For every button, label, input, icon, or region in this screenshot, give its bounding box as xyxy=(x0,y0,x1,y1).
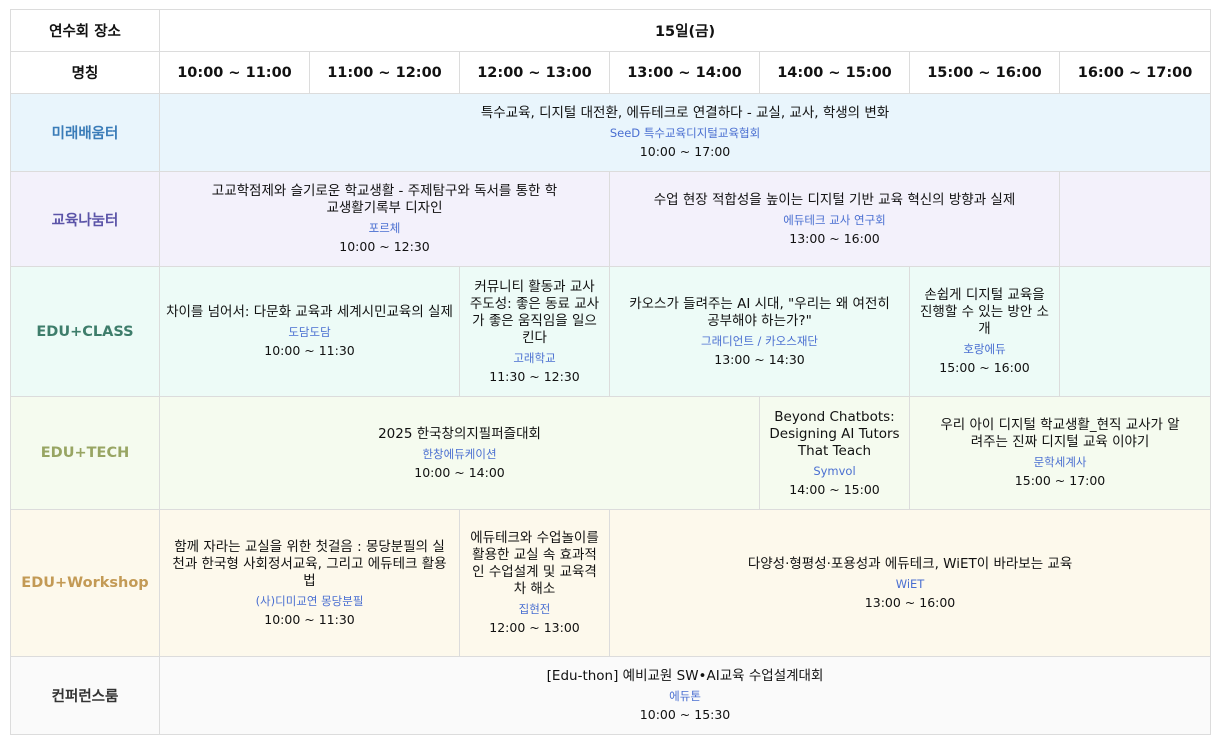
row-conference: 컨퍼런스룸 [Edu-thon] 예비교원 SW•AI교육 수업설계대회 에듀톤… xyxy=(10,656,1212,735)
session-org: 고래학교 xyxy=(513,350,556,365)
room-label: EDU+TECH xyxy=(10,396,160,510)
session-title: 2025 한국창의지필퍼즐대회 xyxy=(378,425,541,442)
session-time: 10:00 ~ 11:30 xyxy=(264,343,355,358)
time-header-4: 13:00 ~ 14:00 xyxy=(609,51,760,94)
time-header-1: 10:00 ~ 11:00 xyxy=(159,51,310,94)
session-org: 에듀톤 xyxy=(669,689,701,703)
row-mirae: 미래배움터 특수교육, 디지털 대전환, 에듀테크로 연결하다 - 교실, 교사… xyxy=(10,93,1212,172)
session-time: 10:00 ~ 11:30 xyxy=(264,611,355,627)
name-header: 명칭 xyxy=(10,51,160,94)
session-title: 손쉽게 디지털 교육을 진행할 수 있는 방안 소개 xyxy=(920,287,1049,337)
header-row-times: 명칭 10:00 ~ 11:00 11:00 ~ 12:00 12:00 ~ 1… xyxy=(10,51,1212,94)
session-title: 특수교육, 디지털 대전환, 에듀테크로 연결하다 - 교실, 교사, 학생의 … xyxy=(480,105,890,121)
session-time: 13:00 ~ 16:00 xyxy=(789,230,880,246)
session-cell[interactable]: 커뮤니티 활동과 교사 주도성: 좋은 동료 교사가 좋은 움직임을 일으킨다 … xyxy=(459,266,610,397)
session-time: 10:00 ~ 12:30 xyxy=(339,239,430,254)
session-time: 13:00 ~ 16:00 xyxy=(864,594,956,610)
session-org: 포르체 xyxy=(368,221,401,235)
session-org: 에듀테크 교사 연구회 xyxy=(783,212,886,227)
session-time: 10:00 ~ 15:30 xyxy=(639,707,731,722)
session-title: 커뮤니티 활동과 교사 주도성: 좋은 동료 교사가 좋은 움직임을 일으킨다 xyxy=(469,278,600,346)
session-org: 그래디언트 / 카오스재단 xyxy=(701,333,818,348)
time-header-2: 11:00 ~ 12:00 xyxy=(309,51,460,94)
session-time: 15:00 ~ 16:00 xyxy=(939,360,1030,375)
day-header: 15일(금) xyxy=(158,9,1212,52)
row-nanum: 교육나눔터 고교학점제와 슬기로운 학교생활 - 주제탐구와 독서를 통한 학교… xyxy=(10,171,1212,267)
session-time: 11:30 ~ 12:30 xyxy=(489,368,580,384)
session-title: Beyond Chatbots: Designing AI Tutors Tha… xyxy=(769,408,900,459)
session-cell[interactable]: 수업 현장 적합성을 높이는 디지털 기반 교육 혁신의 방향과 실제 에듀테크… xyxy=(609,171,1060,267)
header-row-day: 연수회 장소 15일(금) xyxy=(10,9,1212,52)
time-header-7: 16:00 ~ 17:00 xyxy=(1058,51,1212,94)
room-label: 미래배움터 xyxy=(10,93,160,172)
session-cell[interactable]: 카오스가 들려주는 AI 시대, "우리는 왜 여전히 공부해야 하는가?" 그… xyxy=(609,266,910,397)
session-cell[interactable]: 차이를 넘어서: 다문화 교육과 세계시민교육의 실제 도담도담 10:00 ~… xyxy=(159,266,460,397)
row-class: EDU+CLASS 차이를 넘어서: 다문화 교육과 세계시민교육의 실제 도담… xyxy=(10,266,1212,397)
session-cell[interactable]: 에듀테크와 수업놀이를 활용한 교실 속 효과적인 수업설계 및 교육격차 해소… xyxy=(459,509,610,657)
time-header-3: 12:00 ~ 13:00 xyxy=(459,51,610,94)
session-cell[interactable]: 다양성·형평성·포용성과 에듀테크, WiET이 바라보는 교육 WiET 13… xyxy=(608,509,1212,657)
session-title: 다양성·형평성·포용성과 에듀테크, WiET이 바라보는 교육 xyxy=(747,555,1073,572)
row-tech: EDU+TECH 2025 한국창의지필퍼즐대회 한창에듀케이션 10:00 ~… xyxy=(10,396,1212,510)
session-org: WiET xyxy=(895,576,925,591)
room-label: 교육나눔터 xyxy=(10,171,160,267)
room-label: EDU+CLASS xyxy=(10,266,160,397)
session-time: 12:00 ~ 13:00 xyxy=(489,620,580,635)
session-cell[interactable]: [Edu-thon] 예비교원 SW•AI교육 수업설계대회 에듀톤 10:00… xyxy=(158,656,1212,735)
session-title: 고교학점제와 슬기로운 학교생활 - 주제탐구와 독서를 통한 학교생활기록부 … xyxy=(211,183,558,216)
session-title: 에듀테크와 수업놀이를 활용한 교실 속 효과적인 수업설계 및 교육격차 해소 xyxy=(470,530,599,597)
session-title: 수업 현장 적합성을 높이는 디지털 기반 교육 혁신의 방향과 실제 xyxy=(653,191,1016,208)
row-workshop: EDU+Workshop 함께 자라는 교실을 위한 첫걸음 : 몽당분필의 실… xyxy=(10,509,1212,657)
time-header-6: 15:00 ~ 16:00 xyxy=(909,51,1060,94)
empty-cell xyxy=(1058,171,1212,267)
session-cell[interactable]: 함께 자라는 교실을 위한 첫걸음 : 몽당분필의 실천과 한국형 사회정서교육… xyxy=(159,509,460,657)
session-org: SeeD 특수교육디지털교육협회 xyxy=(609,126,761,140)
empty-cell xyxy=(1058,266,1212,397)
schedule-table: 연수회 장소 15일(금) 명칭 10:00 ~ 11:00 11:00 ~ 1… xyxy=(10,9,1212,735)
session-org: (사)디미교연 몽당분필 xyxy=(255,593,364,608)
session-time: 15:00 ~ 17:00 xyxy=(1014,473,1106,488)
session-cell[interactable]: 특수교육, 디지털 대전환, 에듀테크로 연결하다 - 교실, 교사, 학생의 … xyxy=(158,93,1212,172)
session-org: 한창에듀케이션 xyxy=(422,446,497,461)
session-org: Symvol xyxy=(813,463,856,478)
session-time: 14:00 ~ 15:00 xyxy=(789,481,880,497)
session-cell[interactable]: 우리 아이 디지털 학교생활_현직 교사가 알려주는 진짜 디지털 교육 이야기… xyxy=(908,396,1212,510)
time-header-5: 14:00 ~ 15:00 xyxy=(759,51,910,94)
session-org: 도담도담 xyxy=(288,325,331,339)
room-label: 컨퍼런스룸 xyxy=(10,656,160,735)
session-org: 집현전 xyxy=(518,602,551,616)
session-org: 문학세계사 xyxy=(1033,455,1087,469)
session-title: 함께 자라는 교실을 위한 첫걸음 : 몽당분필의 실천과 한국형 사회정서교육… xyxy=(172,538,447,589)
session-cell[interactable]: Beyond Chatbots: Designing AI Tutors Tha… xyxy=(759,396,910,510)
session-title: 우리 아이 디지털 학교생활_현직 교사가 알려주는 진짜 디지털 교육 이야기 xyxy=(940,417,1180,450)
session-cell[interactable]: 2025 한국창의지필퍼즐대회 한창에듀케이션 10:00 ~ 14:00 xyxy=(159,396,760,510)
session-title: 차이를 넘어서: 다문화 교육과 세계시민교육의 실제 xyxy=(166,304,453,320)
session-time: 10:00 ~ 17:00 xyxy=(639,144,731,159)
session-org: 호랑에듀 xyxy=(963,342,1006,356)
session-time: 13:00 ~ 14:30 xyxy=(714,351,805,367)
schedule-wrapper: 연수회 장소 15일(금) 명칭 10:00 ~ 11:00 11:00 ~ 1… xyxy=(10,9,1212,735)
session-cell[interactable]: 손쉽게 디지털 교육을 진행할 수 있는 방안 소개 호랑에듀 15:00 ~ … xyxy=(909,266,1060,397)
session-cell[interactable]: 고교학점제와 슬기로운 학교생활 - 주제탐구와 독서를 통한 학교생활기록부 … xyxy=(159,171,610,267)
session-title: [Edu-thon] 예비교원 SW•AI교육 수업설계대회 xyxy=(546,668,824,684)
venue-header: 연수회 장소 xyxy=(10,9,160,52)
session-time: 10:00 ~ 14:00 xyxy=(414,464,505,480)
session-title: 카오스가 들려주는 AI 시대, "우리는 왜 여전히 공부해야 하는가?" xyxy=(629,295,890,329)
room-label: EDU+Workshop xyxy=(10,509,160,657)
